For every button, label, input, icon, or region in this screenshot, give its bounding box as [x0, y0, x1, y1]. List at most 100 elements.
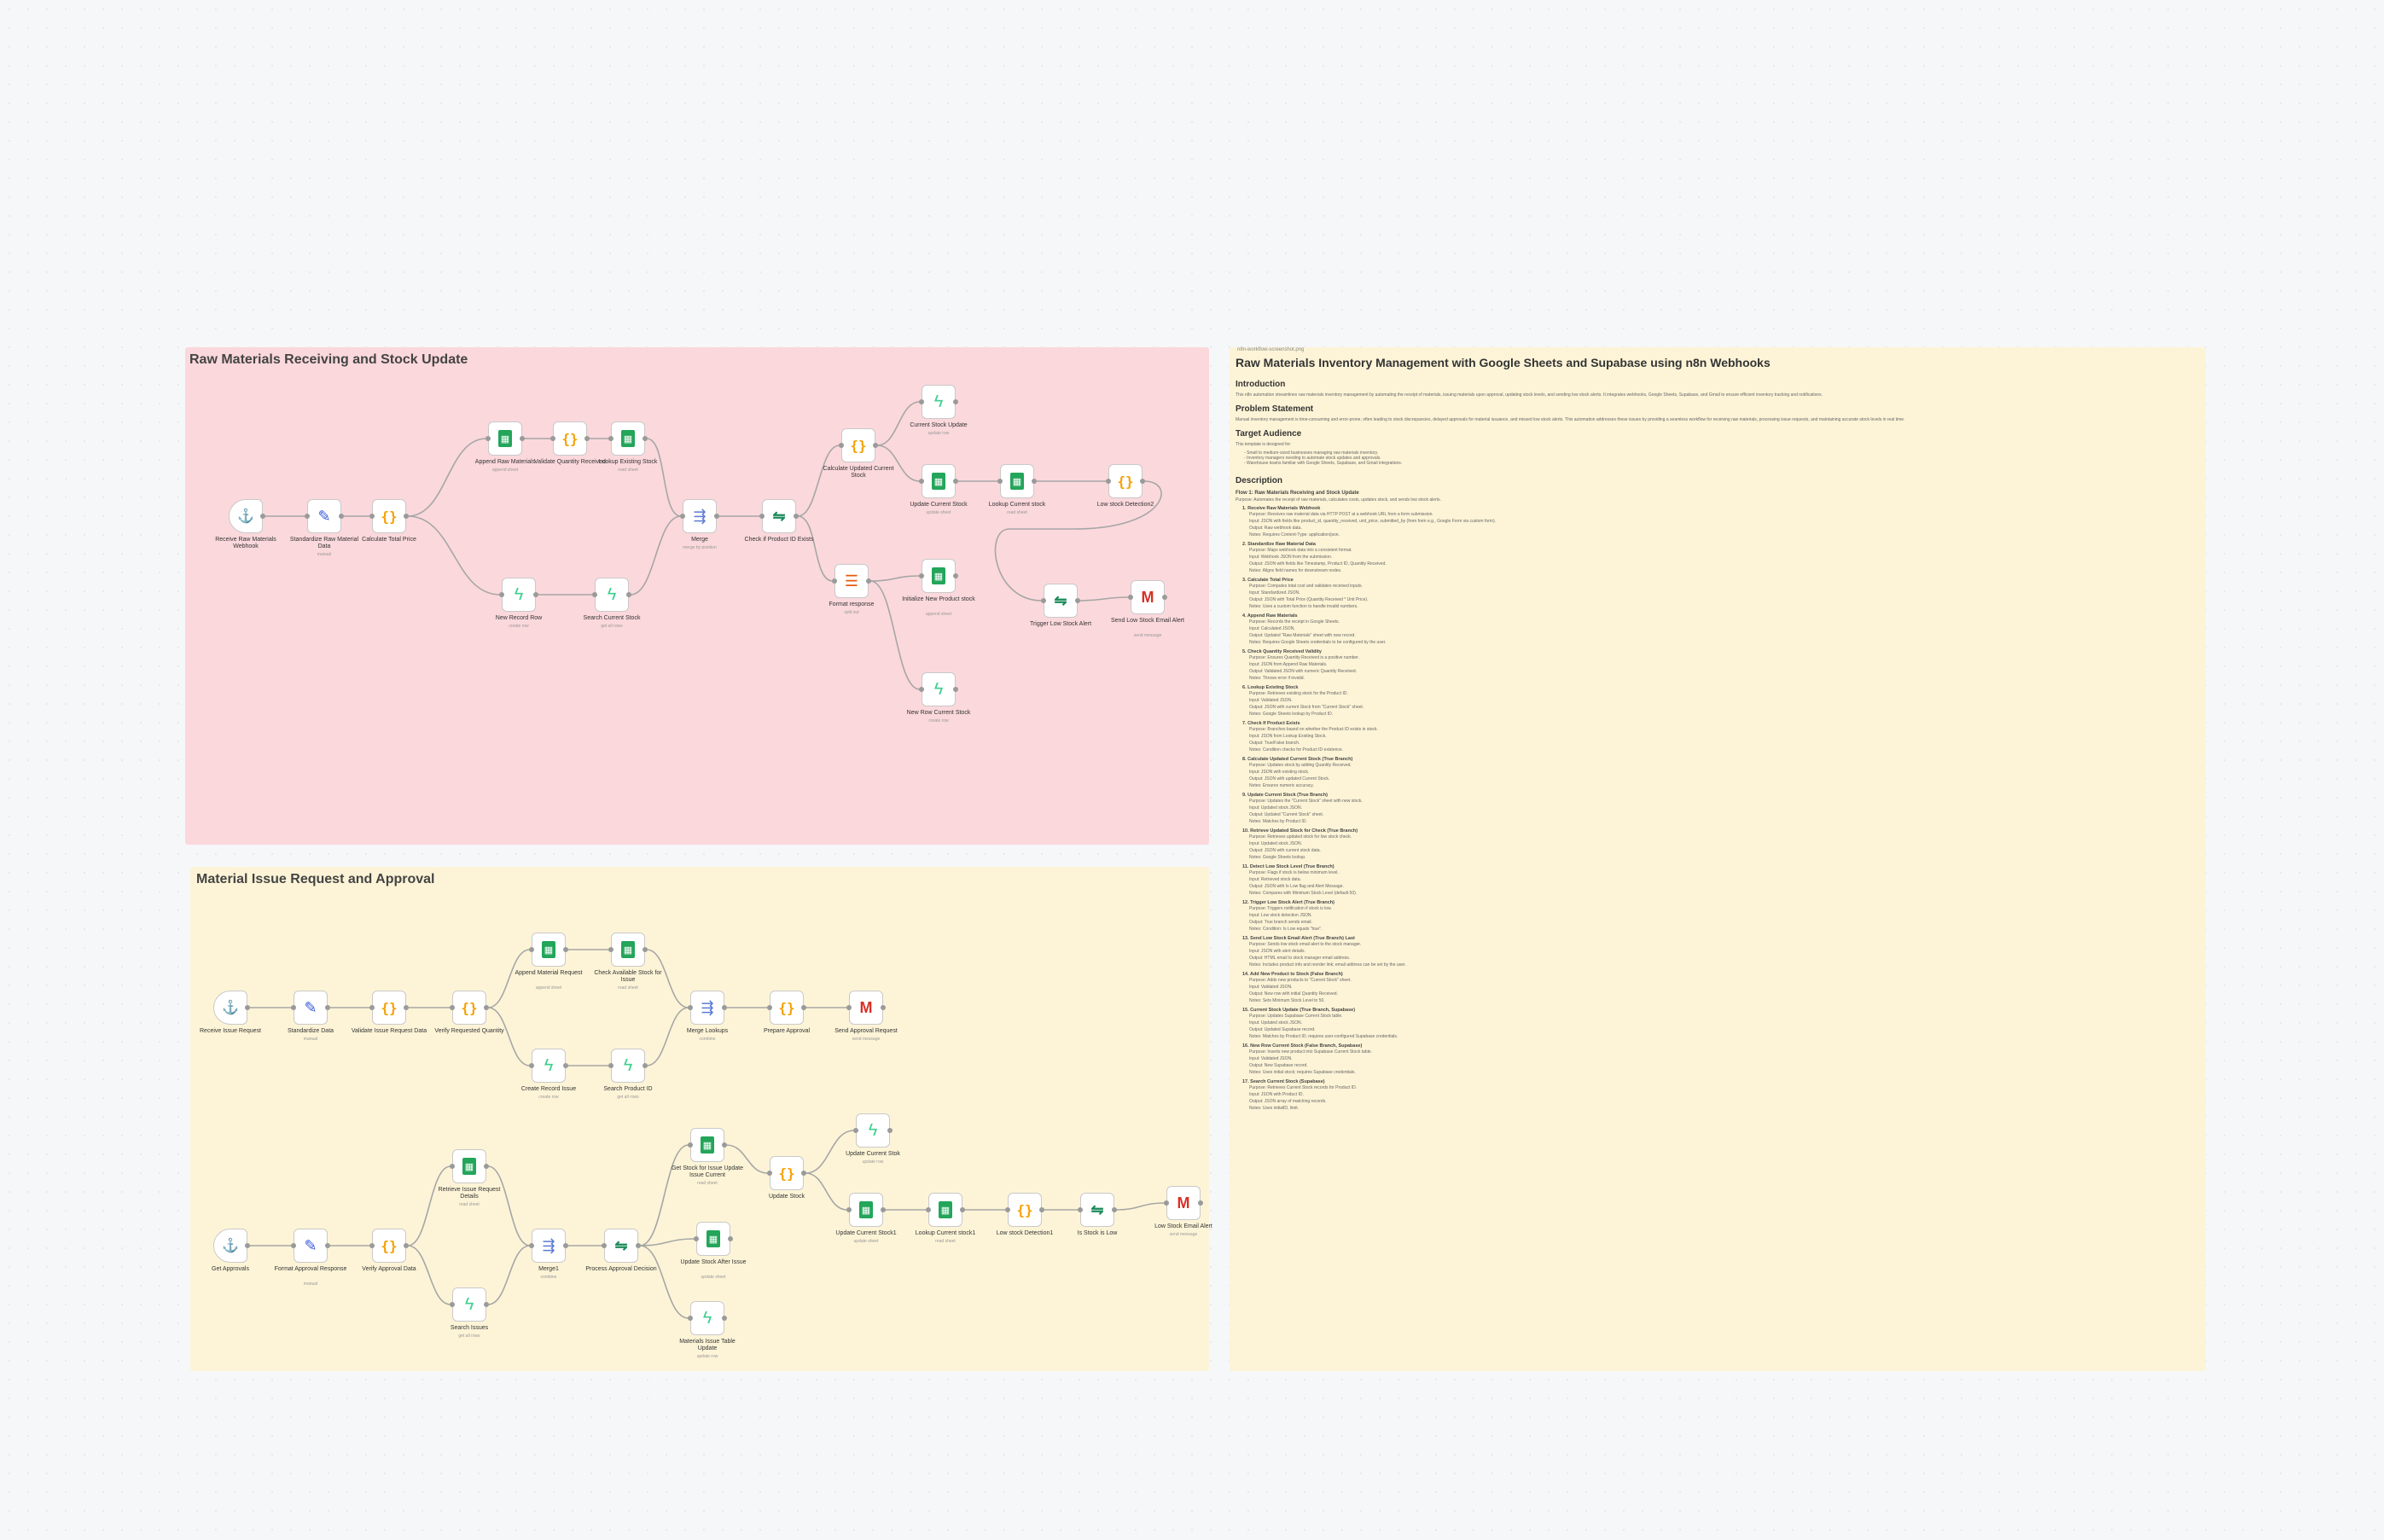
output-port[interactable]: [484, 1164, 489, 1169]
input-port[interactable]: [919, 479, 924, 484]
output-port[interactable]: [953, 479, 958, 484]
output-port[interactable]: [484, 1302, 489, 1307]
workflow-node[interactable]: ▦: [608, 933, 648, 967]
connection-wire[interactable]: [407, 515, 501, 596]
connection-wire[interactable]: [869, 575, 921, 582]
input-port[interactable]: [1128, 595, 1133, 600]
connection-wire[interactable]: [797, 445, 840, 517]
workflow-node[interactable]: ✎: [291, 1229, 330, 1263]
output-port[interactable]: [584, 436, 590, 441]
connection-wire[interactable]: [487, 949, 531, 1008]
output-port[interactable]: [325, 1005, 330, 1010]
input-port[interactable]: [608, 1063, 613, 1068]
workflow-node[interactable]: ϟ: [450, 1287, 489, 1322]
input-port[interactable]: [694, 1236, 699, 1241]
input-port[interactable]: [529, 947, 534, 952]
output-port[interactable]: [533, 592, 538, 597]
workflow-node[interactable]: {}: [450, 991, 489, 1025]
output-port[interactable]: [1032, 479, 1037, 484]
output-port[interactable]: [520, 436, 525, 441]
workflow-node[interactable]: ▦: [608, 421, 648, 456]
input-port[interactable]: [529, 1063, 534, 1068]
input-port[interactable]: [1078, 1207, 1083, 1212]
output-port[interactable]: [643, 947, 648, 952]
workflow-node[interactable]: M: [1128, 580, 1167, 614]
workflow-node[interactable]: ▦: [688, 1128, 727, 1162]
input-port[interactable]: [853, 1128, 858, 1133]
input-port[interactable]: [767, 1171, 772, 1176]
output-port[interactable]: [1075, 598, 1080, 603]
input-port[interactable]: [839, 443, 844, 448]
input-port[interactable]: [450, 1005, 455, 1010]
output-port[interactable]: [245, 1005, 250, 1010]
workflow-node[interactable]: M: [1164, 1186, 1203, 1220]
output-port[interactable]: [626, 592, 631, 597]
workflow-node[interactable]: ϟ: [853, 1113, 893, 1148]
input-port[interactable]: [499, 592, 504, 597]
output-port[interactable]: [801, 1005, 806, 1010]
output-port[interactable]: [1039, 1207, 1044, 1212]
output-port[interactable]: [722, 1142, 727, 1148]
output-port[interactable]: [404, 1243, 409, 1248]
workflow-node[interactable]: ϟ: [919, 385, 958, 419]
workflow-node[interactable]: {}: [550, 421, 590, 456]
input-port[interactable]: [919, 573, 924, 578]
workflow-node[interactable]: ⚓: [229, 499, 265, 533]
input-port[interactable]: [759, 514, 765, 519]
workflow-node[interactable]: {}: [1005, 1193, 1044, 1227]
connection-wire[interactable]: [407, 1245, 451, 1305]
workflow-node[interactable]: ⚓: [213, 1229, 250, 1263]
output-port[interactable]: [953, 399, 958, 404]
workflow-node[interactable]: ▦: [486, 421, 525, 456]
input-port[interactable]: [550, 436, 555, 441]
workflow-node[interactable]: ▦: [926, 1193, 965, 1227]
workflow-node[interactable]: {}: [767, 991, 806, 1025]
output-port[interactable]: [339, 514, 344, 519]
output-port[interactable]: [643, 436, 648, 441]
input-port[interactable]: [832, 578, 837, 584]
workflow-node[interactable]: ⇋: [1078, 1193, 1117, 1227]
input-port[interactable]: [291, 1243, 296, 1248]
connection-wire[interactable]: [1115, 1202, 1166, 1211]
input-port[interactable]: [529, 1243, 534, 1248]
workflow-node[interactable]: {}: [369, 991, 409, 1025]
connection-wire[interactable]: [630, 515, 682, 596]
input-port[interactable]: [450, 1302, 455, 1307]
output-port[interactable]: [1198, 1200, 1203, 1206]
output-port[interactable]: [794, 514, 799, 519]
input-port[interactable]: [919, 687, 924, 692]
workflow-node[interactable]: M: [846, 991, 886, 1025]
input-port[interactable]: [997, 479, 1003, 484]
workflow-node[interactable]: ϟ: [688, 1301, 727, 1335]
workflow-node[interactable]: ✎: [305, 499, 344, 533]
input-port[interactable]: [369, 514, 375, 519]
workflow-node[interactable]: ϟ: [499, 578, 538, 612]
workflow-node[interactable]: ▦: [529, 933, 568, 967]
output-port[interactable]: [1140, 479, 1145, 484]
workflow-node[interactable]: {}: [839, 428, 878, 462]
workflow-node[interactable]: ☰: [832, 564, 871, 598]
workflow-node[interactable]: ϟ: [919, 672, 958, 706]
connection-wire[interactable]: [805, 1172, 848, 1211]
connection-wire[interactable]: [797, 515, 834, 582]
input-port[interactable]: [602, 1243, 607, 1248]
workflow-node[interactable]: {}: [767, 1156, 806, 1190]
input-port[interactable]: [926, 1207, 931, 1212]
output-port[interactable]: [404, 514, 409, 519]
workflow-node[interactable]: ⇋: [1041, 584, 1080, 618]
connection-wire[interactable]: [639, 1144, 689, 1247]
output-port[interactable]: [563, 1243, 568, 1248]
output-port[interactable]: [722, 1316, 727, 1321]
input-port[interactable]: [608, 947, 613, 952]
connection-wire[interactable]: [1079, 596, 1130, 601]
workflow-node[interactable]: ⚓: [213, 991, 250, 1025]
workflow-node[interactable]: ▦: [450, 1149, 489, 1183]
output-port[interactable]: [636, 1243, 641, 1248]
output-port[interactable]: [563, 1063, 568, 1068]
input-port[interactable]: [919, 399, 924, 404]
workflow-node[interactable]: ϟ: [608, 1049, 648, 1083]
workflow-node[interactable]: {}: [1106, 464, 1145, 498]
input-port[interactable]: [1005, 1207, 1010, 1212]
workflow-node[interactable]: ⇶: [529, 1229, 568, 1263]
workflow-node[interactable]: {}: [369, 1229, 409, 1263]
